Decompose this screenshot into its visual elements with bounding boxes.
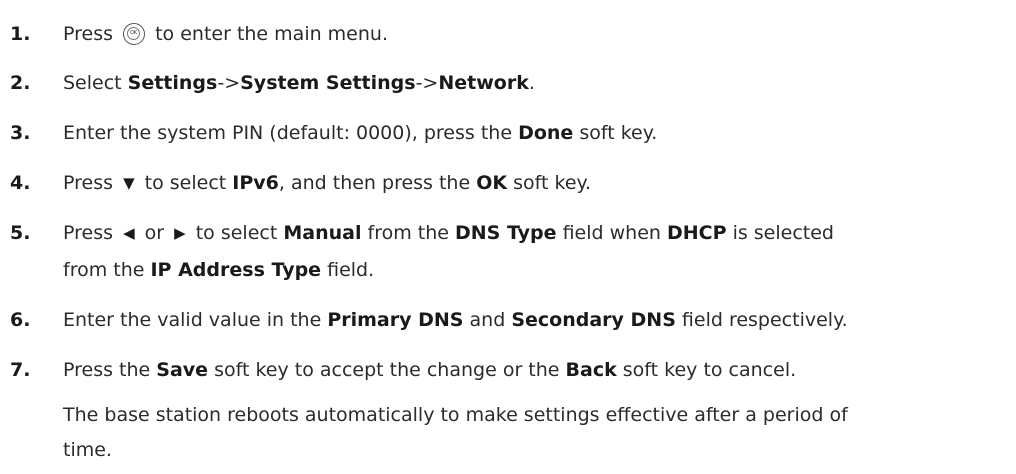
step-number: 4.: [10, 172, 31, 194]
step-text: from the: [361, 222, 455, 244]
step-text: soft key.: [507, 172, 592, 194]
option-dhcp: DHCP: [666, 222, 727, 244]
field-secondary-dns: Secondary DNS: [511, 309, 676, 331]
step-text: , and then press the: [278, 172, 477, 194]
step-text: field when: [556, 222, 667, 244]
step-6: 6. Enter the valid value in the Primary …: [0, 306, 1016, 334]
right-arrow-key-icon: ▶: [174, 224, 186, 242]
step-text: or: [144, 222, 165, 244]
option-manual: Manual: [283, 222, 362, 244]
ok-soft-key: OK: [476, 172, 508, 194]
save-soft-key: Save: [156, 359, 209, 381]
step-text: .: [528, 72, 535, 94]
step-2: 2. Select Settings->System Settings->Net…: [0, 69, 1016, 97]
option-ipv6: IPv6: [232, 172, 279, 194]
ok-key-label: OK: [127, 27, 141, 40]
field-primary-dns: Primary DNS: [327, 309, 464, 331]
step-3: 3. Enter the system PIN (default: 0000),…: [0, 119, 1016, 147]
step-text: to select: [144, 172, 233, 194]
step-text: from the: [63, 259, 151, 281]
result-note: The base station reboots automatically t…: [63, 398, 983, 468]
field-dns-type: DNS Type: [454, 222, 557, 244]
note-line-2: time.: [63, 439, 112, 461]
step-number: 6.: [10, 309, 31, 331]
left-arrow-key-icon: ◀: [123, 224, 135, 242]
step-text: field respectively.: [675, 309, 848, 331]
ok-key-icon: OK: [123, 23, 146, 45]
step-1: 1. Press OK to enter the main menu.: [0, 20, 1016, 48]
step-text: Select: [63, 72, 128, 94]
step-text: Press: [63, 23, 114, 45]
step-text: and: [463, 309, 512, 331]
step-text: ->: [217, 72, 241, 94]
step-text: soft key to cancel.: [616, 359, 797, 381]
step-text: soft key to accept the change or the: [208, 359, 566, 381]
note-line-1: The base station reboots automatically t…: [63, 404, 848, 426]
step-text: Enter the valid value in the: [63, 309, 328, 331]
step-text: Press: [63, 172, 114, 194]
step-7: 7. Press the Save soft key to accept the…: [0, 356, 1016, 384]
step-4: 4. Press ▼ to select IPv6, and then pres…: [0, 169, 1016, 197]
done-soft-key: Done: [518, 122, 574, 144]
step-number: 7.: [10, 359, 31, 381]
step-number: 3.: [10, 122, 31, 144]
step-text: is selected: [726, 222, 834, 244]
back-soft-key: Back: [565, 359, 617, 381]
field-ip-address-type: IP Address Type: [150, 259, 322, 281]
step-text: Press: [63, 222, 114, 244]
step-text: field.: [321, 259, 375, 281]
step-number: 1.: [10, 23, 31, 45]
step-text: Enter the system PIN (default: 0000), pr…: [63, 122, 519, 144]
step-number: 2.: [10, 72, 31, 94]
step-text: Press the: [63, 359, 157, 381]
menu-system-settings: System Settings: [240, 72, 416, 94]
step-number: 5.: [10, 222, 31, 244]
down-arrow-key-icon: ▼: [123, 174, 135, 192]
step-5-continued: from the IP Address Type field.: [0, 256, 1016, 284]
step-5: 5. Press ◀ or ▶ to select Manual from th…: [0, 219, 1016, 247]
step-text: to select: [195, 222, 284, 244]
step-text: soft key.: [573, 122, 658, 144]
step-text: to enter the main menu.: [155, 23, 388, 45]
step-text: ->: [415, 72, 439, 94]
menu-settings: Settings: [127, 72, 218, 94]
menu-network: Network: [438, 72, 529, 94]
